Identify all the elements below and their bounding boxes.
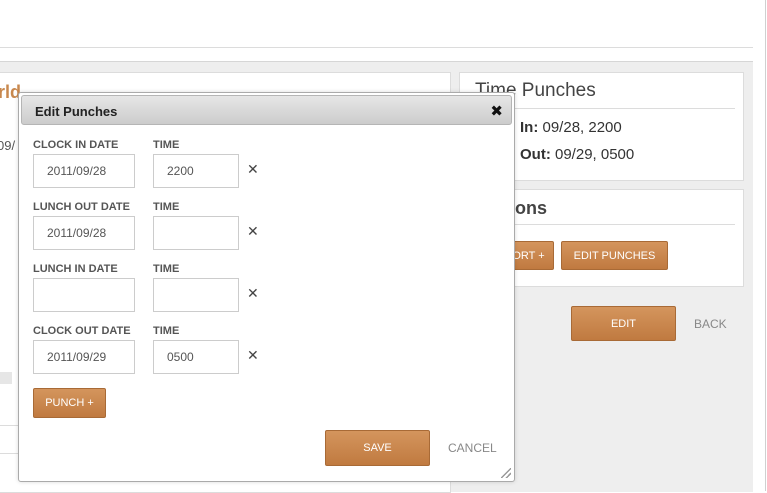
dialog-header[interactable]: Edit Punches ✖ [21, 95, 512, 125]
back-link[interactable]: BACK [694, 317, 727, 331]
punch-out-label: Out: [520, 146, 551, 163]
lunch-in-time-input[interactable] [153, 278, 239, 312]
lunch-out-date-input[interactable] [33, 216, 135, 250]
lunch-in-date-input[interactable] [33, 278, 135, 312]
edit-button[interactable]: EDIT [571, 306, 676, 341]
cancel-link[interactable]: CANCEL [448, 441, 497, 455]
clock-in-time-input[interactable] [153, 154, 239, 188]
time-punch-out: Out: 09/29, 0500 [520, 146, 634, 163]
close-icon[interactable]: ✖ [490, 102, 503, 120]
clear-lunch-in-icon[interactable]: ✕ [247, 285, 259, 302]
clear-lunch-out-icon[interactable]: ✕ [247, 223, 259, 240]
punch-out-value: 09/29, 0500 [555, 146, 635, 163]
left-panel-divider [0, 453, 18, 454]
add-punch-button[interactable]: PUNCH + [33, 388, 106, 418]
lunch-out-date-label: LUNCH OUT DATE [33, 201, 130, 213]
clock-in-time-label: TIME [153, 139, 180, 151]
clock-out-time-label: TIME [153, 325, 180, 337]
punch-in-value: 09/28, 2200 [542, 119, 622, 136]
dialog-title: Edit Punches [35, 104, 118, 119]
lunch-in-date-label: LUNCH IN DATE [33, 263, 118, 275]
resize-handle-icon[interactable] [501, 468, 511, 478]
clear-clock-out-icon[interactable]: ✕ [247, 347, 259, 364]
clock-out-date-label: CLOCK OUT DATE [33, 325, 131, 337]
lunch-out-time-label: TIME [153, 201, 180, 213]
top-divider [0, 47, 753, 48]
clock-out-time-input[interactable] [153, 340, 239, 374]
lunch-out-time-input[interactable] [153, 216, 239, 250]
save-button[interactable]: SAVE [325, 430, 430, 466]
edit-punches-dialog: Edit Punches ✖ CLOCK IN DATE TIME ✕ LUNC… [18, 92, 515, 482]
left-panel-row [0, 372, 12, 384]
clear-clock-in-icon[interactable]: ✕ [247, 161, 259, 178]
clock-in-date-input[interactable] [33, 154, 135, 188]
time-punch-in: In: 09/28, 2200 [520, 119, 622, 136]
left-panel-date: 09/ [0, 138, 16, 153]
scroll-edge [765, 0, 766, 491]
left-panel-divider [0, 425, 18, 426]
clock-in-date-label: CLOCK IN DATE [33, 139, 119, 151]
actions-title: ons [515, 198, 548, 218]
clock-out-date-input[interactable] [33, 340, 135, 374]
lunch-in-time-label: TIME [153, 263, 180, 275]
punch-in-label: In: [520, 119, 539, 136]
edit-punches-button[interactable]: EDIT PUNCHES [561, 241, 668, 270]
